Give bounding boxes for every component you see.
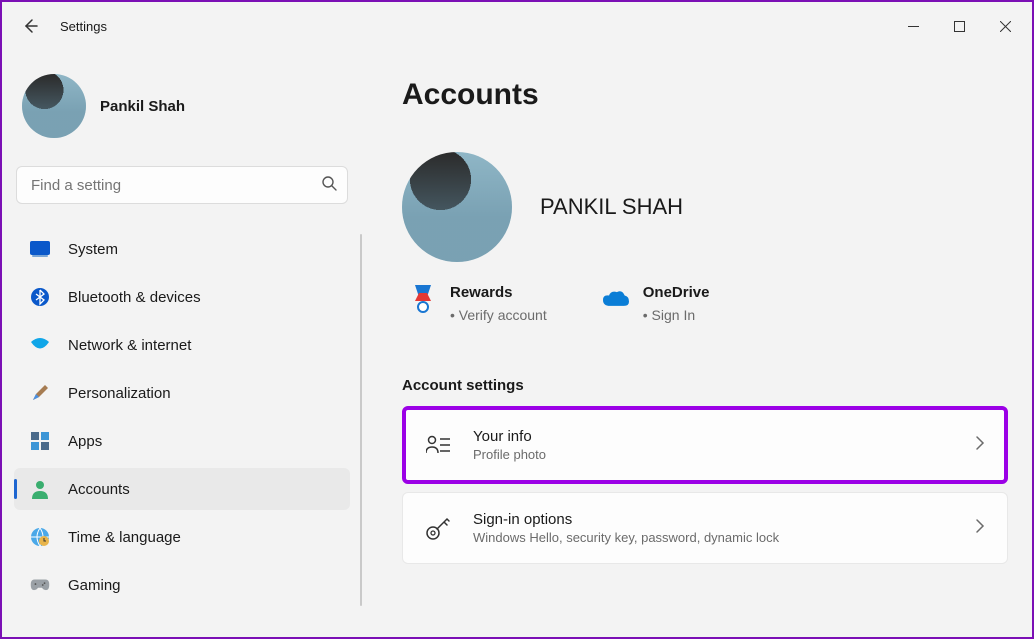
minimize-button[interactable] (890, 2, 936, 50)
brush-icon (30, 383, 50, 403)
search-icon (321, 175, 337, 196)
sidebar-item-apps[interactable]: Apps (14, 420, 350, 462)
scrollbar[interactable] (360, 234, 362, 606)
your-info-sub: Profile photo (473, 447, 953, 462)
arrow-left-icon (22, 18, 38, 34)
nav-label: Apps (68, 433, 102, 450)
your-info-icon (425, 432, 451, 458)
accounts-icon (30, 479, 50, 499)
account-header: PANKIL SHAH (402, 152, 1008, 262)
sidebar-item-time-language[interactable]: Time & language (14, 516, 350, 558)
onedrive-icon (603, 286, 629, 312)
globe-icon (30, 527, 50, 547)
page-title: Accounts (402, 78, 1008, 112)
window-controls (890, 2, 1028, 50)
avatar-large (402, 152, 512, 262)
your-info-row[interactable]: Your info Profile photo (402, 406, 1008, 484)
onedrive-sub: Sign In (643, 307, 710, 323)
rewards-sub: Verify account (450, 307, 547, 323)
gamepad-icon (30, 575, 50, 595)
back-button[interactable] (10, 6, 50, 46)
wifi-icon (30, 335, 50, 355)
maximize-icon (954, 21, 965, 32)
app-title: Settings (60, 19, 107, 34)
signin-title: Sign-in options (473, 511, 953, 528)
maximize-button[interactable] (936, 2, 982, 50)
user-block[interactable]: Pankil Shah (14, 50, 350, 166)
user-name: Pankil Shah (100, 98, 185, 115)
nav-label: Personalization (68, 385, 171, 402)
key-icon (425, 515, 451, 541)
sidebar-item-personalization[interactable]: Personalization (14, 372, 350, 414)
search-box[interactable] (16, 166, 348, 204)
avatar (22, 74, 86, 138)
sidebar-item-bluetooth[interactable]: Bluetooth & devices (14, 276, 350, 318)
titlebar: Settings (2, 2, 1032, 50)
minimize-icon (908, 21, 919, 32)
nav-label: Gaming (68, 577, 121, 594)
onedrive-title: OneDrive (643, 284, 710, 301)
nav-label: System (68, 241, 118, 258)
nav-label: Accounts (68, 481, 130, 498)
sidebar: Pankil Shah System Bluetooth & devices (2, 50, 362, 637)
sidebar-item-accounts[interactable]: Accounts (14, 468, 350, 510)
search-input[interactable] (31, 177, 321, 194)
nav-label: Time & language (68, 529, 181, 546)
account-cards: Rewards Verify account OneDrive Sign In (402, 284, 1008, 323)
bluetooth-icon (30, 287, 50, 307)
apps-icon (30, 431, 50, 451)
your-info-title: Your info (473, 428, 953, 445)
sidebar-nav: System Bluetooth & devices Network & int… (14, 228, 350, 612)
system-icon (30, 239, 50, 259)
sidebar-item-gaming[interactable]: Gaming (14, 564, 350, 606)
nav-label: Network & internet (68, 337, 191, 354)
sidebar-item-system[interactable]: System (14, 228, 350, 270)
onedrive-card[interactable]: OneDrive Sign In (603, 284, 710, 323)
main-content: Accounts PANKIL SHAH Rewards Verify acco… (362, 50, 1032, 637)
close-button[interactable] (982, 2, 1028, 50)
account-name: PANKIL SHAH (540, 194, 683, 220)
nav-label: Bluetooth & devices (68, 289, 201, 306)
sidebar-item-network[interactable]: Network & internet (14, 324, 350, 366)
rewards-icon (410, 286, 436, 312)
close-icon (1000, 21, 1011, 32)
chevron-right-icon (975, 435, 985, 456)
chevron-right-icon (975, 518, 985, 539)
signin-sub: Windows Hello, security key, password, d… (473, 530, 953, 545)
section-title: Account settings (402, 377, 1008, 394)
rewards-card[interactable]: Rewards Verify account (410, 284, 547, 323)
signin-options-row[interactable]: Sign-in options Windows Hello, security … (402, 492, 1008, 564)
rewards-title: Rewards (450, 284, 547, 301)
